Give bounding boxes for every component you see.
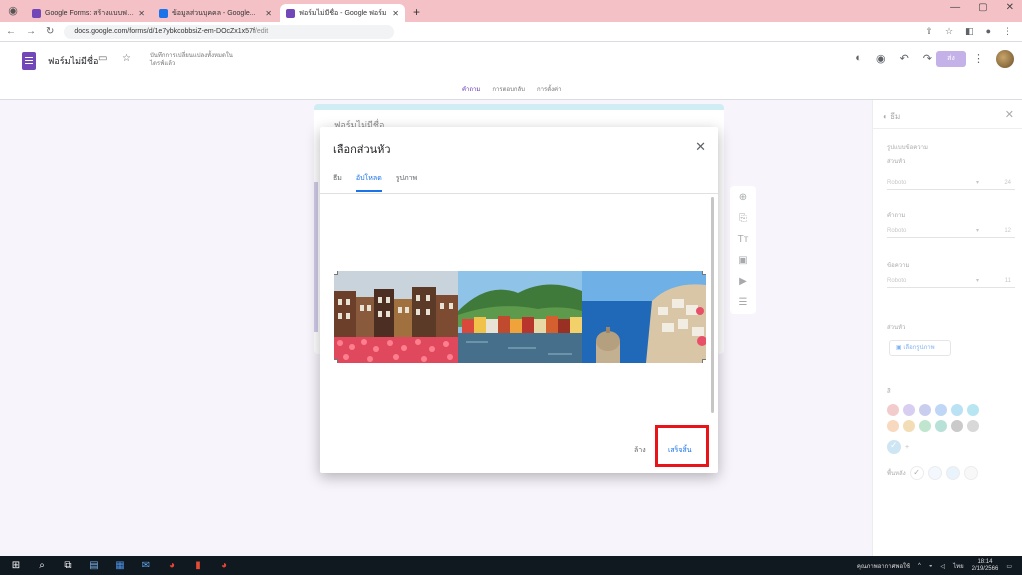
done-button-highlight — [655, 425, 709, 467]
back-arrow-icon[interactable]: ← — [6, 26, 16, 37]
browser-tab-title: Google Forms: สร้างแบบฟอร์ม... — [45, 9, 135, 17]
mode-tabs: คำถาม การตอบกลับ การตั้งค่า — [462, 84, 561, 94]
file-explorer-icon[interactable]: ▤ — [88, 560, 100, 572]
form-title[interactable]: ฟอร์มไม่มีชื่อ — [48, 54, 98, 68]
browser-tab-title: ฟอร์มไม่มีชื่อ - Google ฟอร์ม — [299, 9, 387, 17]
resize-handle[interactable] — [702, 271, 706, 275]
task-view-icon[interactable]: ⧉ — [62, 560, 74, 572]
store-icon[interactable]: ▦ — [114, 560, 126, 572]
folder-icon[interactable]: ▭ — [98, 53, 107, 64]
mail-icon[interactable]: ✉ — [140, 560, 152, 572]
clock[interactable]: 18:14 2/19/2566 — [972, 559, 999, 573]
header-tools: ◐ ◉ ↶ ↷ — [855, 52, 932, 65]
amalfi-coast-image — [582, 271, 706, 363]
system-tray: คุณภาพอากาศพอใช้ ^ ◒ ◁ ไทย 18:14 2/19/256… — [857, 559, 1012, 573]
bergen-illustration — [458, 271, 582, 363]
bergen-harbor-image — [458, 271, 582, 363]
redo-icon[interactable]: ↷ — [923, 52, 932, 65]
tab-themes[interactable]: ธีม — [333, 173, 342, 192]
clock-time: 18:14 — [977, 559, 993, 565]
media-icon[interactable]: ▮ — [192, 560, 204, 572]
avatar[interactable] — [996, 50, 1014, 68]
forms-favicon-icon — [159, 8, 168, 18]
save-status: บันทึกการเปลี่ยนแปลงทั้งหมดในไดรฟ์แล้ว — [150, 53, 233, 67]
star-icon[interactable]: ☆ — [945, 26, 953, 37]
tray-chevron-icon[interactable]: ^ — [918, 563, 921, 569]
more-icon[interactable]: ⋮ — [1003, 26, 1012, 37]
close-icon[interactable]: ✕ — [265, 9, 272, 18]
tab-photos[interactable]: รูปภาพ — [396, 173, 417, 192]
undo-icon[interactable]: ↶ — [900, 52, 909, 65]
tab-upload[interactable]: อัปโหลด — [355, 173, 382, 192]
star-icon[interactable]: ☆ — [122, 53, 131, 64]
reload-icon[interactable]: ↻ — [46, 26, 54, 37]
browser-tab-3[interactable]: ฟอร์มไม่มีชื่อ - Google ฟอร์ม ✕ — [280, 4, 405, 22]
browser-tab-2[interactable]: ข้อมูลส่วนบุคคล - Google... ✕ — [153, 4, 278, 22]
amsterdam-houses-image — [334, 271, 458, 363]
divider — [320, 193, 718, 194]
tab-settings[interactable]: การตั้งค่า — [537, 84, 561, 94]
forms-logo-icon[interactable] — [22, 52, 36, 70]
url-path-text: /edit — [254, 27, 269, 35]
more-icon[interactable]: ⋮ — [973, 52, 984, 65]
resize-handle[interactable] — [334, 271, 338, 275]
windows-start-icon[interactable]: ⊞ — [10, 560, 22, 572]
new-tab-button[interactable]: + — [407, 5, 426, 22]
browser-actions: ⇪ ☆ ◧ ● ⋮ — [925, 26, 1016, 37]
cancel-button[interactable]: ล้าง — [634, 445, 646, 456]
tab-questions[interactable]: คำถาม — [462, 84, 480, 94]
select-header-dialog: เลือกส่วนหัว ✕ ธีม อัปโหลด รูปภาพ ล้าง เ… — [320, 127, 718, 473]
clock-date: 2/19/2566 — [971, 566, 999, 572]
search-icon[interactable]: ⌕ — [36, 560, 48, 572]
palette-icon[interactable]: ◐ — [855, 52, 862, 65]
url-text: docs.google.com/forms/d/1e7ybkcobbsiZ-em… — [74, 27, 255, 35]
maximize-button[interactable]: ▢ — [978, 2, 987, 13]
resize-handle[interactable] — [702, 359, 706, 363]
extensions-icon[interactable]: ◧ — [965, 26, 974, 37]
share-icon[interactable]: ⇪ — [925, 26, 933, 37]
window-close-button[interactable]: ✕ — [1006, 2, 1014, 13]
browser-tab-title: ข้อมูลส่วนบุคคล - Google... — [172, 9, 256, 17]
close-icon[interactable]: ✕ — [392, 9, 399, 18]
window-controls: — ▢ ✕ — [950, 2, 1022, 13]
preview-eye-icon[interactable]: ◉ — [876, 52, 886, 65]
browser-tab-strip: ◉ Google Forms: สร้างแบบฟอร์ม... ✕ ข้อมู… — [0, 0, 1022, 22]
amalfi-illustration — [582, 271, 706, 363]
windows-taskbar: ⊞ ⌕ ⧉ ▤ ▦ ✉ ◕ ▮ ◕ คุณภาพอากาศพอใช้ ^ ◒ ◁… — [0, 556, 1022, 575]
chrome-icon[interactable]: ◕ — [166, 560, 178, 572]
network-icon[interactable]: ◒ — [929, 563, 933, 569]
forms-favicon-icon — [32, 8, 41, 18]
dialog-tabs: ธีม อัปโหลด รูปภาพ — [333, 173, 417, 192]
forms-favicon-icon — [286, 8, 295, 18]
browser-menu-icon[interactable]: ◉ — [6, 4, 20, 18]
language-indicator[interactable]: ไทย — [953, 561, 964, 571]
forward-arrow-icon[interactable]: → — [26, 26, 36, 37]
dialog-title: เลือกส่วนหัว — [333, 144, 391, 156]
notifications-icon[interactable]: ▭ — [1006, 563, 1012, 570]
profile-icon[interactable]: ● — [986, 26, 991, 37]
tab-responses[interactable]: การตอบกลับ — [492, 84, 525, 94]
weather-text[interactable]: คุณภาพอากาศพอใช้ — [857, 561, 910, 571]
send-button[interactable]: ส่ง — [936, 51, 966, 67]
minimize-button[interactable]: — — [950, 2, 960, 13]
chrome-icon[interactable]: ◕ — [218, 560, 230, 572]
close-icon[interactable]: ✕ — [695, 139, 706, 155]
dialog-scrollbar[interactable] — [711, 197, 714, 413]
close-icon[interactable]: ✕ — [138, 9, 145, 18]
volume-icon[interactable]: ◁ — [941, 563, 946, 570]
header-image-preview[interactable] — [334, 271, 706, 363]
resize-handle[interactable] — [334, 359, 338, 363]
browser-tab-1[interactable]: Google Forms: สร้างแบบฟอร์ม... ✕ — [26, 4, 151, 22]
address-bar: ← → ↻ docs.google.com/forms/d/1e7ybkcobb… — [0, 22, 1022, 42]
url-input[interactable]: docs.google.com/forms/d/1e7ybkcobbsiZ-em… — [64, 24, 395, 39]
amsterdam-illustration — [334, 271, 458, 363]
forms-header: ฟอร์มไม่มีชื่อ ▭ ☆ บันทึกการเปลี่ยนแปลงท… — [0, 42, 1022, 100]
